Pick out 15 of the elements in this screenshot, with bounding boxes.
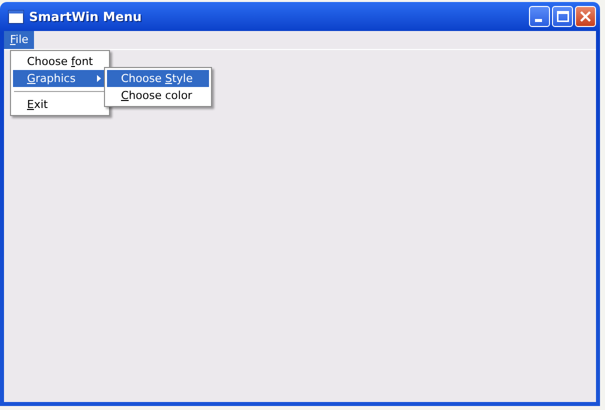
window-title: SmartWin Menu bbox=[29, 9, 142, 24]
menu-item[interactable]: Choose Style bbox=[107, 70, 209, 87]
menu-item[interactable]: File bbox=[4, 31, 34, 49]
submenu-arrow-icon bbox=[97, 75, 101, 82]
close-button[interactable] bbox=[575, 6, 596, 27]
minimize-button[interactable] bbox=[529, 6, 550, 27]
window-icon bbox=[8, 10, 24, 24]
maximize-icon bbox=[556, 11, 568, 22]
minimize-icon bbox=[534, 19, 542, 22]
menu-item[interactable]: Graphics bbox=[13, 70, 107, 87]
maximize-button[interactable] bbox=[552, 6, 573, 27]
menu-item[interactable]: Choose color bbox=[107, 87, 209, 104]
close-icon bbox=[580, 11, 591, 22]
menu-item[interactable]: Choose font bbox=[13, 53, 107, 70]
menu-item[interactable]: Exit bbox=[13, 96, 107, 113]
